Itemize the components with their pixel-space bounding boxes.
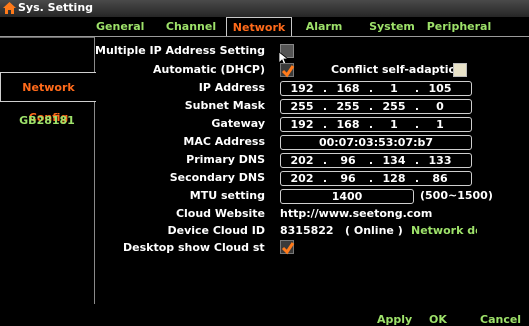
subnet-octet-2[interactable]: 255 bbox=[331, 100, 365, 113]
apply-button[interactable]: Apply bbox=[377, 313, 412, 326]
ip-dot: . bbox=[368, 82, 374, 95]
ip-address-label: IP Address bbox=[198, 81, 265, 94]
tab-general[interactable]: General bbox=[96, 17, 144, 37]
subnet-octet-3[interactable]: 255 bbox=[377, 100, 411, 113]
multiple-ip-label: Multiple IP Address Setting bbox=[95, 44, 265, 57]
subnet-octet-1[interactable]: 255 bbox=[285, 100, 319, 113]
secondary-dns-field[interactable]: 202 . 96 . 128 . 86 bbox=[280, 171, 472, 186]
dns2-octet-4[interactable]: 86 bbox=[423, 172, 457, 185]
dns1-octet-2[interactable]: 96 bbox=[331, 154, 365, 167]
conflict-adaption-checkbox[interactable] bbox=[453, 63, 467, 77]
sidebar-divider bbox=[0, 37, 94, 38]
sidebar-item-network-config[interactable]: Network Config bbox=[0, 72, 96, 124]
tab-bar: General Channel Network Alarm System Per… bbox=[0, 17, 529, 37]
mtu-range: (500~1500) bbox=[420, 189, 493, 202]
primary-dns-label: Primary DNS bbox=[186, 153, 265, 166]
tab-system[interactable]: System bbox=[362, 17, 422, 37]
checkmark-icon bbox=[281, 242, 295, 255]
ip-octet-4[interactable]: 105 bbox=[423, 82, 457, 95]
dns2-octet-2[interactable]: 96 bbox=[331, 172, 365, 185]
ip-octet-3[interactable]: 1 bbox=[377, 82, 411, 95]
dns1-octet-1[interactable]: 202 bbox=[285, 154, 319, 167]
dns1-dot: . bbox=[414, 154, 420, 167]
mac-address-label: MAC Address bbox=[183, 135, 265, 148]
dns1-dot: . bbox=[322, 154, 328, 167]
desktop-cloud-checkbox[interactable] bbox=[280, 240, 295, 255]
dns2-dot: . bbox=[414, 172, 420, 185]
mtu-label: MTU setting bbox=[189, 189, 265, 202]
cancel-button[interactable]: Cancel bbox=[480, 313, 521, 326]
network-detect-button[interactable]: Network dete bbox=[411, 224, 477, 237]
gateway-octet-4[interactable]: 1 bbox=[423, 118, 457, 131]
ip-address-field[interactable]: 192 . 168 . 1 . 105 bbox=[280, 81, 472, 96]
window-title: Sys. Setting bbox=[18, 1, 94, 14]
tab-peripheral[interactable]: Peripheral bbox=[424, 17, 494, 37]
ok-button[interactable]: OK bbox=[429, 313, 447, 326]
gateway-dot: . bbox=[414, 118, 420, 131]
ip-dot: . bbox=[414, 82, 420, 95]
ip-octet-2[interactable]: 168 bbox=[331, 82, 365, 95]
dns2-octet-1[interactable]: 202 bbox=[285, 172, 319, 185]
dns1-octet-4[interactable]: 133 bbox=[423, 154, 457, 167]
gateway-dot: . bbox=[322, 118, 328, 131]
dhcp-label: Automatic (DHCP) bbox=[153, 63, 265, 76]
primary-dns-field[interactable]: 202 . 96 . 134 . 133 bbox=[280, 153, 472, 168]
dns2-octet-3[interactable]: 128 bbox=[377, 172, 411, 185]
cloud-id-value: 8315822 bbox=[280, 224, 334, 237]
gateway-field[interactable]: 192 . 168 . 1 . 1 bbox=[280, 117, 472, 132]
conflict-adaption-label: Conflict self-adaption bbox=[331, 63, 464, 76]
gateway-octet-3[interactable]: 1 bbox=[377, 118, 411, 131]
tab-channel[interactable]: Channel bbox=[158, 17, 224, 37]
mac-address-field: 00:07:03:53:07:b7 bbox=[280, 135, 472, 150]
subnet-dot: . bbox=[322, 100, 328, 113]
ip-octet-1[interactable]: 192 bbox=[285, 82, 319, 95]
subnet-mask-field[interactable]: 255 . 255 . 255 . 0 bbox=[280, 99, 472, 114]
tab-alarm[interactable]: Alarm bbox=[294, 17, 354, 37]
mac-address-value: 00:07:03:53:07:b7 bbox=[318, 136, 434, 149]
dns2-dot: . bbox=[322, 172, 328, 185]
subnet-dot: . bbox=[414, 100, 420, 113]
cloud-status: ( Online ) bbox=[345, 224, 403, 237]
dns1-dot: . bbox=[368, 154, 374, 167]
cloud-website-label: Cloud Website bbox=[175, 207, 265, 220]
dns1-octet-3[interactable]: 134 bbox=[377, 154, 411, 167]
mtu-value: 1400 bbox=[331, 190, 363, 203]
subnet-octet-4[interactable]: 0 bbox=[423, 100, 457, 113]
dns2-dot: . bbox=[368, 172, 374, 185]
desktop-cloud-label: Desktop show Cloud status bbox=[123, 241, 265, 254]
dhcp-checkbox[interactable] bbox=[280, 63, 295, 78]
ip-dot: . bbox=[322, 82, 328, 95]
mtu-input[interactable]: 1400 bbox=[280, 189, 414, 204]
cloud-website-value: http://www.seetong.com bbox=[280, 207, 433, 220]
tab-network[interactable]: Network bbox=[226, 17, 292, 37]
checkmark-icon bbox=[281, 65, 295, 78]
gateway-octet-2[interactable]: 168 bbox=[331, 118, 365, 131]
secondary-dns-label: Secondary DNS bbox=[169, 171, 265, 184]
cloud-id-label: Device Cloud ID bbox=[167, 224, 265, 237]
gateway-octet-1[interactable]: 192 bbox=[285, 118, 319, 131]
sidebar-item-gb28181[interactable]: GB28181 bbox=[0, 106, 94, 136]
gateway-label: Gateway bbox=[211, 117, 265, 130]
gateway-dot: . bbox=[368, 118, 374, 131]
title-bar: Sys. Setting bbox=[0, 0, 529, 17]
subnet-dot: . bbox=[368, 100, 374, 113]
home-icon bbox=[3, 2, 16, 14]
subnet-mask-label: Subnet Mask bbox=[184, 99, 265, 112]
